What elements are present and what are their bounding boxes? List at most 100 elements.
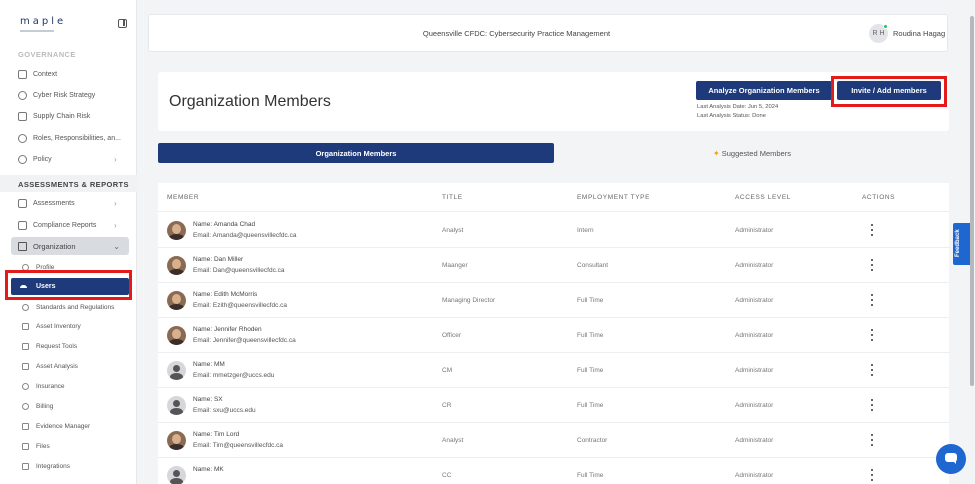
member-access-level: Administrator [735,332,774,339]
member-access-level: Administrator [735,367,774,374]
column-actions: ACTIONS [862,194,896,201]
member-title: CM [442,367,453,374]
insurance-icon [22,382,29,390]
member-name: Name: Edith McMorris [193,291,258,298]
sidebar-item-evidence-manager[interactable]: Evidence Manager [22,420,90,432]
sidebar-item-context[interactable]: Context [18,67,57,81]
sidebar-item-asset-analysis[interactable]: Asset Analysis [22,360,78,372]
sidebar-item-request-tools[interactable]: Request Tools [22,340,77,352]
table-row: Name: SX Email: sxu@uccs.edu CR Full Time Ad… [158,388,949,423]
more-actions-icon[interactable] [869,329,875,341]
sidebar-item-billing[interactable]: Billing [22,400,53,412]
more-actions-icon[interactable] [869,259,875,271]
member-name: Name: SX [193,396,223,403]
sparkle-icon: ✦ [713,148,720,158]
member-access-level: Administrator [735,472,774,479]
table-row: Name: Edith McMorris Email: Ezith@queensv… [158,283,949,318]
tab-organization-members[interactable]: Organization Members [158,143,554,163]
sidebar-item-compliance-reports[interactable]: Compliance Reports › [18,218,117,232]
page-title: Organization Members [169,93,331,110]
inventory-icon [22,322,29,330]
member-avatar [167,466,186,484]
member-email: Email: Tim@queensvillecfdc.ca [193,442,284,449]
files-icon [22,442,29,450]
member-title: Managing Director [442,297,496,304]
tab-label: Suggested Members [721,148,791,158]
sidebar-item-integrations[interactable]: Integrations [22,460,70,472]
standards-icon [22,303,29,311]
member-name: Name: MM [193,361,225,368]
member-access-level: Administrator [735,437,774,444]
analyze-members-button[interactable]: Analyze Organization Members [696,81,832,100]
sidebar-item-standards[interactable]: Standards and Regulations [22,301,114,313]
member-employment-type: Intern [577,227,594,234]
sidebar-item-label: Insurance [36,382,65,390]
chevron-down-icon: ⌄ [113,241,120,251]
more-actions-icon[interactable] [869,364,875,376]
members-table: MEMBER TITLE EMPLOYMENT TYPE ACCESS LEVE… [158,183,949,484]
table-row: Name: Jennifer Rhoden Email: Jennifer@que… [158,318,949,353]
chat-icon[interactable] [936,444,966,474]
more-actions-icon[interactable] [869,294,875,306]
member-employment-type: Contractor [577,437,608,444]
sidebar-item-label: Standards and Regulations [36,303,115,311]
sidebar-item-asset-inventory[interactable]: Asset Inventory [22,320,81,332]
sidebar-item-assessments[interactable]: Assessments › [18,196,117,210]
member-title: Analyst [442,437,464,444]
sidebar-item-label: Assessments [33,199,75,207]
last-analysis-status: Last Analysis Status: Done [697,113,766,119]
member-employment-type: Full Time [577,367,604,374]
feedback-tab[interactable]: Feedback [953,223,971,265]
column-access-level: ACCESS LEVEL [735,194,791,201]
chevron-right-icon: › [114,154,117,164]
page-scrollbar[interactable] [970,16,974,386]
sidebar-item-supply-chain-risk[interactable]: Supply Chain Risk [18,109,90,123]
sidebar-item-label: Compliance Reports [33,221,97,229]
sidebar-item-label: Policy [33,155,52,163]
member-avatar [167,396,186,415]
sidebar-item-insurance[interactable]: Insurance [22,380,65,392]
sidebar-item-label: Supply Chain Risk [33,112,91,120]
column-employment-type: EMPLOYMENT TYPE [577,194,651,201]
sidebar-collapse-icon[interactable] [118,19,127,28]
organization-icon [18,241,27,251]
sidebar-item-label: Asset Analysis [36,362,78,370]
table-row: Name: Dan Miller Email: Dan@queensvillecf… [158,248,949,283]
member-avatar [167,361,186,380]
sidebar: maple GOVERNANCE Context Cyber Risk Stra… [0,0,137,484]
member-email: Email: mmetzger@uccs.edu [193,372,275,379]
app-logo[interactable]: maple [20,16,66,27]
sidebar-item-files[interactable]: Files [22,440,50,452]
sidebar-item-organization[interactable]: Organization ⌄ [11,237,129,255]
sidebar-item-cyber-risk-strategy[interactable]: Cyber Risk Strategy [18,88,95,102]
user-name[interactable]: Roudina Hagag [893,29,945,38]
member-access-level: Administrator [735,297,774,304]
sidebar-item-label: Asset Inventory [36,322,81,330]
chevron-right-icon: › [114,198,117,208]
organization-title: Queensville CFDC: Cybersecurity Practice… [422,29,611,38]
more-actions-icon[interactable] [869,469,875,481]
member-avatar [167,431,186,450]
member-access-level: Administrator [735,262,774,269]
sidebar-item-roles[interactable]: Roles, Responsibilities, an... [18,131,121,145]
sidebar-item-label: Context [33,70,58,78]
more-actions-icon[interactable] [869,399,875,411]
highlight-users [5,270,132,300]
strategy-icon [18,90,27,100]
column-member: MEMBER [167,194,200,201]
sidebar-item-policy[interactable]: Policy › [18,152,117,166]
sidebar-item-label: Files [36,442,50,450]
member-employment-type: Consultant [577,262,609,269]
more-actions-icon[interactable] [869,224,875,236]
logo-tagline [20,30,54,32]
analysis-info: Last Analysis Date: Jun 5, 2024 Last Ana… [697,103,778,121]
sidebar-item-label: Billing [36,402,54,410]
more-actions-icon[interactable] [869,434,875,446]
tab-suggested-members[interactable]: ✦ Suggested Members [555,143,949,163]
member-access-level: Administrator [735,227,774,234]
top-header: Queensville CFDC: Cybersecurity Practice… [148,14,948,52]
member-employment-type: Full Time [577,297,604,304]
analysis-icon [22,362,29,370]
member-email: Email: Amanda@queensvillecfdc.ca [193,232,297,239]
sidebar-item-label: Cyber Risk Strategy [33,91,96,99]
